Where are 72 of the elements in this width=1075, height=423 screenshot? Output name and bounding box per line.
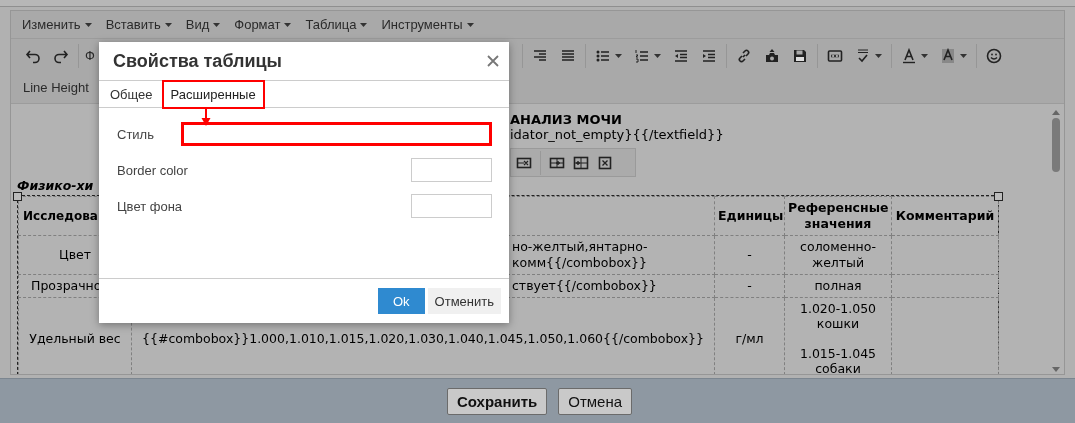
input-field[interactable] <box>411 194 492 218</box>
justify-icon[interactable] <box>560 47 576 64</box>
scroll-up-icon[interactable] <box>1052 110 1060 115</box>
table-cell: г/мл <box>735 331 764 346</box>
table-cell: 1.020-1.050 кошки 1.015-1.045 собаки <box>799 301 877 374</box>
table-cell: соломенно- желтый <box>800 239 876 270</box>
caret-icon <box>654 53 661 58</box>
table-cell: полная <box>814 278 862 293</box>
caret-icon <box>875 53 882 58</box>
menu-item[interactable]: Вид <box>178 17 228 32</box>
table-cell: - <box>747 278 752 293</box>
dialog-title: Свойства таблицы <box>113 50 282 72</box>
table-cell: Удельный вес <box>29 331 121 346</box>
column-header: Исследова <box>23 209 98 223</box>
text-color-icon[interactable] <box>901 47 917 64</box>
tab[interactable]: Расширенные <box>161 79 265 109</box>
template-text: idator_not_empty}{{/textfield}} <box>510 127 724 142</box>
caret-icon <box>213 22 221 27</box>
column-header: Единицы <box>718 208 784 223</box>
table-cell: {{#combobox}}1.000,1.010,1.015,1.020,1.030,1.040,1.045,1.050,1.060{{/combobox}} <box>142 331 704 346</box>
caret-icon <box>360 22 368 27</box>
resize-handle[interactable] <box>994 192 1003 201</box>
menu-item[interactable]: Формат <box>227 17 299 32</box>
align-right-icon[interactable] <box>532 47 548 64</box>
caret-icon <box>960 53 967 58</box>
field-label: Стиль <box>117 126 154 142</box>
link-icon[interactable] <box>736 47 752 64</box>
menu-item[interactable]: Инструменты <box>374 17 481 32</box>
table-cell: но-желтый,янтарно- комм{{/combobox}} <box>512 239 648 270</box>
save-button[interactable]: Сохранить <box>446 388 548 415</box>
delete-cell-icon[interactable] <box>597 154 613 171</box>
caret-icon <box>164 22 172 27</box>
spellcheck-icon[interactable] <box>855 47 871 64</box>
cancel-button[interactable]: Отменить <box>427 288 501 314</box>
scroll-down-icon[interactable] <box>1052 367 1060 372</box>
table-cell: ствует{{/combobox}} <box>512 278 657 293</box>
highlight-color-icon[interactable] <box>940 47 956 64</box>
caret-icon <box>84 22 92 27</box>
numbered-list-icon[interactable] <box>634 47 650 64</box>
caret-icon <box>921 53 928 58</box>
camera-upload-icon[interactable] <box>764 47 780 64</box>
variable-icon[interactable] <box>827 47 843 64</box>
column-header: Референсные значения <box>788 200 889 231</box>
close-icon[interactable] <box>487 55 499 67</box>
tab[interactable]: Общее <box>103 80 160 108</box>
table-cell: Прозрачно <box>31 278 102 293</box>
field-label: Цвет фона <box>117 198 183 214</box>
indent-icon[interactable] <box>701 47 717 64</box>
save-icon[interactable] <box>792 47 808 64</box>
insert-column-icon[interactable] <box>573 154 589 171</box>
smiley-icon[interactable] <box>986 47 1002 64</box>
caret-icon <box>284 22 292 27</box>
input-field[interactable] <box>181 122 492 146</box>
table-cell: - <box>747 247 752 262</box>
field-label: Border color <box>117 162 188 178</box>
menu-item[interactable]: Изменить <box>15 17 99 32</box>
menu-item[interactable]: Вставить <box>98 17 179 32</box>
line-height-button[interactable]: Line Height <box>23 80 89 95</box>
arrow <box>201 108 211 126</box>
column-header: Комментарий <box>895 208 995 223</box>
document-title: АНАЛИЗ МОЧИ <box>510 112 622 127</box>
menu-item[interactable]: Таблица <box>298 17 375 32</box>
cancel-button[interactable]: Отмена <box>558 388 633 415</box>
caret-icon <box>615 53 622 58</box>
outdent-icon[interactable] <box>673 47 689 64</box>
resize-handle[interactable] <box>13 192 22 201</box>
input-field[interactable] <box>411 158 492 182</box>
ok-button[interactable]: Ok <box>377 288 425 314</box>
scrollbar-thumb[interactable] <box>1052 118 1060 172</box>
section-heading: Физико-хи <box>17 178 95 195</box>
caret-icon <box>466 22 474 27</box>
table-cell: Цвет <box>58 247 91 262</box>
